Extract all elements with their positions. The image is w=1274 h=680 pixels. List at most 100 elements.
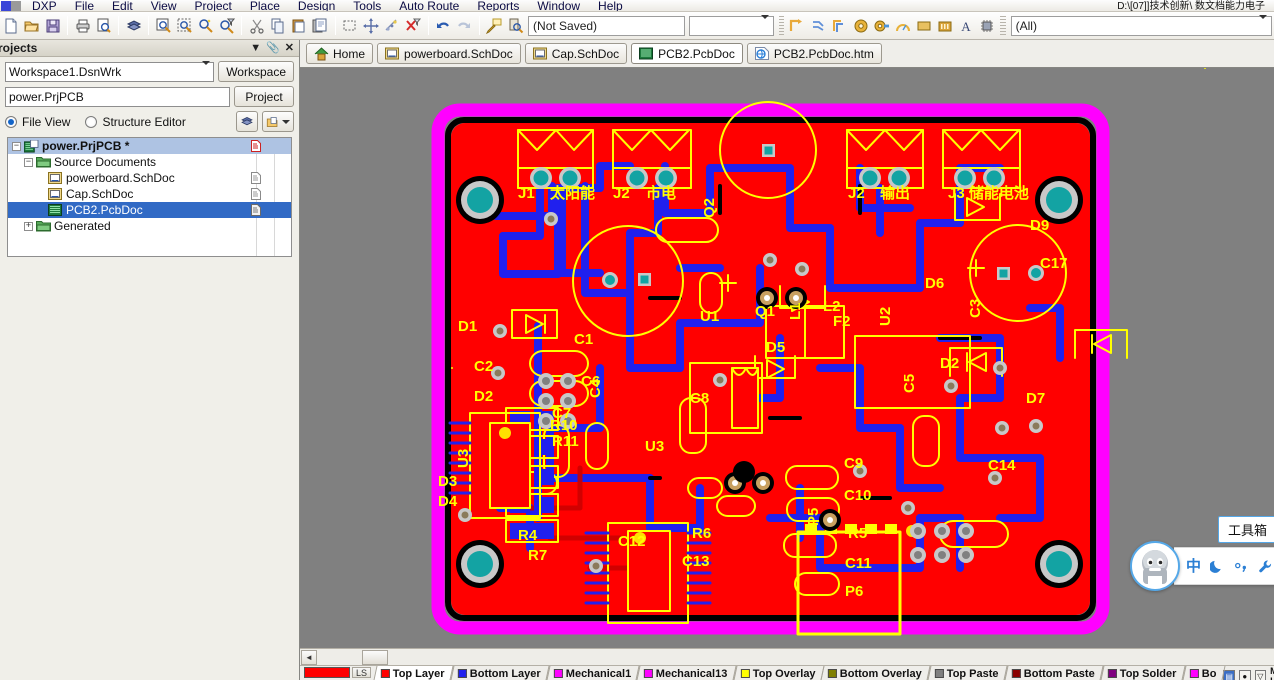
layer-tab-top-solder[interactable]: Top Solder [1100, 666, 1186, 680]
open-board-icon[interactable] [123, 14, 144, 38]
interactive-routing-icon[interactable] [787, 14, 808, 38]
open-document-icon[interactable] [21, 14, 42, 38]
ime-toolbox-icon[interactable] [1258, 559, 1273, 574]
menu-item-autoroute[interactable]: Auto Route [390, 0, 468, 11]
project-button[interactable]: Project [234, 86, 294, 107]
layer-single-toggle-icon[interactable]: ● [1238, 670, 1251, 680]
place-component-icon[interactable] [976, 14, 997, 38]
copy-icon[interactable] [268, 14, 289, 38]
layer-tab-top-overlay[interactable]: Top Overlay [733, 666, 824, 680]
ls-button[interactable]: LS [352, 667, 372, 678]
layer-tab-mechanical13[interactable]: Mechanical13 [636, 666, 737, 680]
menu-item-project[interactable]: Project [186, 0, 241, 11]
layer-tab-bottom-overlay[interactable]: Bottom Overlay [820, 666, 931, 680]
open-project-button[interactable] [262, 111, 294, 132]
menu-item-dxp[interactable]: DXP [23, 0, 66, 11]
pcb-board-artwork[interactable]: J1 太阳能 J2 市电 J2 输出 J3 储能电池 D1 C2 D2 C1 C… [300, 68, 1274, 648]
layer-mask-level-icon[interactable]: ▤ [1223, 670, 1235, 680]
layer-tab-bottom-solder[interactable]: Bo [1182, 666, 1225, 680]
menu-item-edit[interactable]: Edit [103, 0, 142, 11]
tree-item-powerboard-schdoc[interactable]: powerboard.SchDoc [8, 170, 291, 186]
deselect-all-icon[interactable] [403, 14, 424, 38]
zoom-filter-icon[interactable] [195, 14, 216, 38]
workspace-combo[interactable]: Workspace1.DsnWrk [5, 60, 215, 82]
menu-item-place[interactable]: Place [241, 0, 289, 11]
menu-item-window[interactable]: Window [528, 0, 589, 11]
tree-expander[interactable]: + [24, 221, 33, 231]
tree-item-generated[interactable]: + Generated [8, 218, 291, 234]
ime-avatar-icon[interactable] [1130, 541, 1180, 591]
chevron-down-icon[interactable] [760, 14, 769, 33]
layer-tab-bottom-layer[interactable]: Bottom Layer [450, 666, 550, 680]
menu-item-reports[interactable]: Reports [468, 0, 528, 11]
place-arc-icon[interactable] [892, 14, 913, 38]
save-icon[interactable] [42, 14, 63, 38]
panel-pin-icon[interactable]: 📎 [266, 42, 280, 54]
paste-icon[interactable] [289, 14, 310, 38]
zoom-area-icon[interactable] [153, 14, 174, 38]
structure-editor-radio[interactable] [85, 115, 98, 128]
place-via-icon[interactable] [871, 14, 892, 38]
scroll-left-arrow-icon[interactable]: ◄ [301, 649, 317, 665]
file-view-radio[interactable] [5, 115, 17, 128]
chevron-down-icon[interactable] [281, 119, 290, 124]
cut-icon[interactable] [246, 14, 267, 38]
browse-icon[interactable] [505, 14, 526, 38]
board-options-button[interactable] [236, 111, 258, 132]
workspace-button[interactable]: Workspace [218, 61, 294, 82]
menu-item-design[interactable]: Design [289, 0, 344, 11]
all-filter-combo[interactable]: (All) [1010, 14, 1272, 36]
menu-item-tools[interactable]: Tools [344, 0, 390, 11]
tree-item-project[interactable]: − power.PrjPCB * [8, 138, 291, 154]
redo-icon[interactable] [454, 14, 475, 38]
ime-floating-toolbar[interactable]: 工具箱 中 [1130, 516, 1274, 594]
ime-punctuation-icon[interactable] [1234, 559, 1249, 574]
tab-powerboard-schdoc[interactable]: powerboard.SchDoc [377, 43, 521, 64]
menu-item-file[interactable]: File [66, 0, 103, 11]
new-document-icon[interactable] [0, 14, 21, 38]
layer-sets-control[interactable]: LS [304, 667, 372, 678]
document-state-field[interactable]: (Not Saved) [528, 15, 686, 36]
ime-mode-chinese[interactable]: 中 [1186, 559, 1201, 574]
layer-tab-top-paste[interactable]: Top Paste [927, 666, 1008, 680]
chevron-down-icon[interactable] [1258, 14, 1267, 33]
toolbar-grip[interactable] [778, 15, 784, 36]
highlight-icon[interactable] [484, 14, 505, 38]
project-tree[interactable]: − power.PrjPCB * − Source Documents powe… [7, 137, 292, 257]
place-pad-icon[interactable] [850, 14, 871, 38]
select-next-icon[interactable] [382, 14, 403, 38]
tab-home[interactable]: Home [306, 43, 374, 64]
tree-expander[interactable]: − [12, 141, 21, 151]
tab-cap-schdoc[interactable]: Cap.SchDoc [524, 43, 628, 64]
layer-tab-bottom-paste[interactable]: Bottom Paste [1004, 666, 1104, 680]
pcb-canvas[interactable]: J1 太阳能 J2 市电 J2 输出 J3 储能电池 D1 C2 D2 C1 C… [300, 68, 1274, 648]
chevron-down-icon[interactable] [202, 60, 211, 79]
tree-item-source-documents[interactable]: − Source Documents [8, 154, 291, 170]
select-area-icon[interactable] [340, 14, 361, 38]
menu-item-view[interactable]: View [142, 0, 186, 11]
tab-pcb2-pcbdoc[interactable]: PCB2.PcbDoc [631, 43, 743, 64]
clear-filter-icon[interactable] [216, 14, 237, 38]
print-icon[interactable] [72, 14, 93, 38]
tree-item-cap-schdoc[interactable]: Cap.SchDoc [8, 186, 291, 202]
tree-item-pcb2-pcbdoc[interactable]: PCB2.PcbDoc [8, 202, 291, 218]
canvas-horizontal-scrollbar[interactable]: ◄ [300, 648, 1274, 665]
project-field[interactable]: power.PrjPCB [5, 86, 230, 107]
place-polygon-icon[interactable] [934, 14, 955, 38]
toolbar-grip[interactable] [1000, 15, 1006, 36]
zoom-selection-icon[interactable] [174, 14, 195, 38]
route-differential-icon[interactable] [808, 14, 829, 38]
place-fill-icon[interactable] [913, 14, 934, 38]
ime-moon-icon[interactable] [1210, 559, 1225, 574]
paste-special-icon[interactable] [310, 14, 331, 38]
undo-icon[interactable] [433, 14, 454, 38]
panel-close-icon[interactable]: ✕ [285, 42, 294, 54]
place-string-icon[interactable]: A [955, 14, 976, 38]
scroll-thumb[interactable] [362, 649, 388, 665]
menu-item-help[interactable]: Help [589, 0, 632, 11]
route-multiple-icon[interactable] [829, 14, 850, 38]
layer-tab-top-layer[interactable]: Top Layer [373, 666, 454, 680]
print-preview-icon[interactable] [93, 14, 114, 38]
layer-tab-mechanical1[interactable]: Mechanical1 [546, 666, 640, 680]
panel-dropdown-icon[interactable]: ▼ [250, 42, 261, 54]
